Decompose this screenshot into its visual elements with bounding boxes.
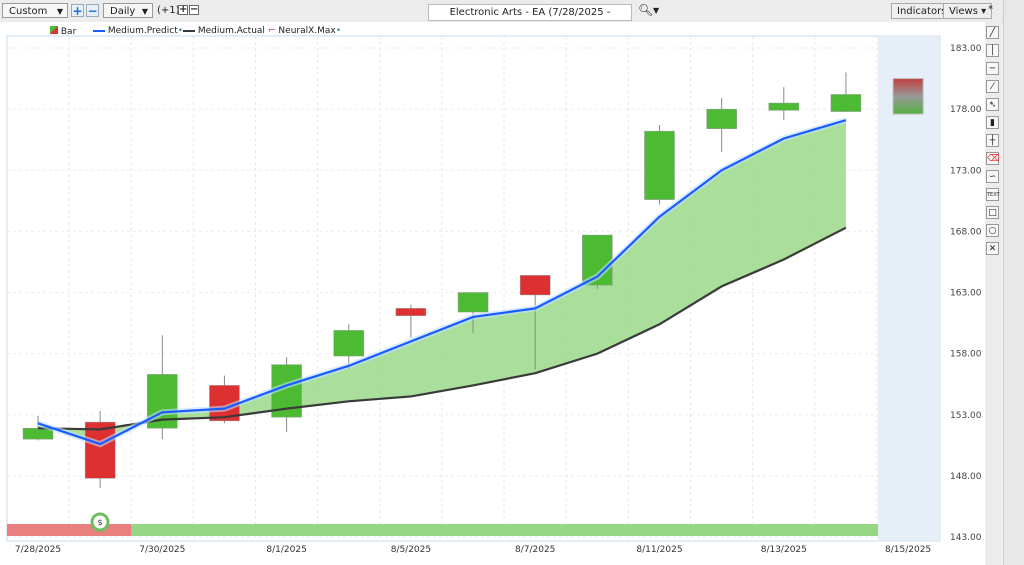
y-tick-label: 163.00 [950, 289, 982, 299]
delete-icon[interactable]: ✕ [986, 242, 999, 255]
y-tick-label: 168.00 [950, 227, 982, 237]
candle-body [706, 108, 737, 129]
y-tick-label: 143.00 [950, 533, 982, 543]
marker-icon[interactable]: ▮ [986, 116, 999, 129]
side-panel [1003, 0, 1024, 565]
neuralx-forecast-bar [892, 78, 924, 115]
dollar-signal-glyph: $ [97, 518, 102, 527]
candle-8/11 [644, 125, 675, 205]
line-legend-icon [93, 29, 105, 32]
candle-body [768, 102, 800, 111]
x-tick-label: 8/15/2025 [885, 545, 931, 555]
legend-medium-actual: Medium.Actual [183, 26, 265, 36]
line-legend-icon [183, 29, 195, 32]
legend-label: Medium.Predict [107, 26, 178, 36]
legend-label: Medium.Actual [197, 26, 265, 36]
line-icon[interactable]: ╱ [986, 26, 999, 39]
eraser-icon[interactable]: ⌫ [986, 152, 1000, 165]
y-tick-label: 173.00 [950, 166, 982, 176]
horizontal-line-icon[interactable]: ─ [986, 62, 999, 75]
candle-body [830, 94, 862, 112]
fibonacci-icon[interactable]: ➴ [986, 98, 999, 111]
legend-bar: Bar [50, 26, 76, 37]
x-tick-label: 8/13/2025 [761, 545, 807, 555]
y-tick-label: 158.00 [950, 350, 982, 360]
curve-icon[interactable]: ∽ [986, 170, 999, 183]
x-tick-label: 8/7/2025 [515, 545, 555, 555]
candle-body [644, 130, 675, 200]
x-tick-label: 7/28/2025 [15, 545, 61, 555]
x-tick-label: 8/11/2025 [636, 545, 682, 555]
x-tick-label: 8/5/2025 [391, 545, 431, 555]
vertical-line-icon[interactable]: │ [986, 44, 999, 57]
x-tick-label: 8/1/2025 [266, 545, 306, 555]
rectangle-icon[interactable]: □ [986, 206, 999, 219]
chart-area[interactable]: 183.00 178.00 173.00 168.00 163.00 158.00 153.… [0, 22, 985, 565]
candle-body [333, 330, 364, 357]
candle-body [84, 421, 116, 479]
x-tick-label: 7/30/2025 [139, 545, 185, 555]
y-tick-label: 148.00 [950, 472, 982, 482]
signal-strip-buy [131, 524, 878, 536]
plot-background [6, 35, 941, 542]
legend-label: NeuralX.Max [278, 26, 336, 36]
legend-neuralx-max: ⌐ NeuralX.Max• [268, 26, 342, 36]
drawing-toolbar: ╱ │ ─ ⁄ ➴ ▮ ┼ ⌫ ∽ TEXT □ ○ ✕ [985, 22, 1002, 565]
candle-body [395, 308, 427, 316]
y-tick-label: 178.00 [950, 105, 982, 115]
pin-icon[interactable]: * [988, 4, 993, 15]
candle-body [519, 275, 551, 296]
candle-body [457, 292, 489, 313]
legend-label: Bar [60, 27, 77, 37]
candle-7/29 [84, 411, 116, 489]
crosshair-icon[interactable]: ┼ [986, 134, 999, 147]
ray-icon[interactable]: ⁄ [986, 80, 999, 93]
circle-icon[interactable]: ○ [986, 224, 999, 237]
signal-strip-sell [7, 524, 131, 536]
legend-medium-predict: Medium.Predict• [93, 26, 183, 36]
y-tick-label: 183.00 [950, 44, 982, 54]
price-chart[interactable]: 183.00 178.00 173.00 168.00 163.00 158.00 153.… [0, 0, 985, 555]
text-tool-button[interactable]: TEXT [986, 188, 1000, 201]
y-tick-label: 153.00 [950, 411, 982, 421]
bar-legend-icon [50, 26, 58, 34]
neuralx-legend-icon: ⌐ [268, 26, 276, 36]
